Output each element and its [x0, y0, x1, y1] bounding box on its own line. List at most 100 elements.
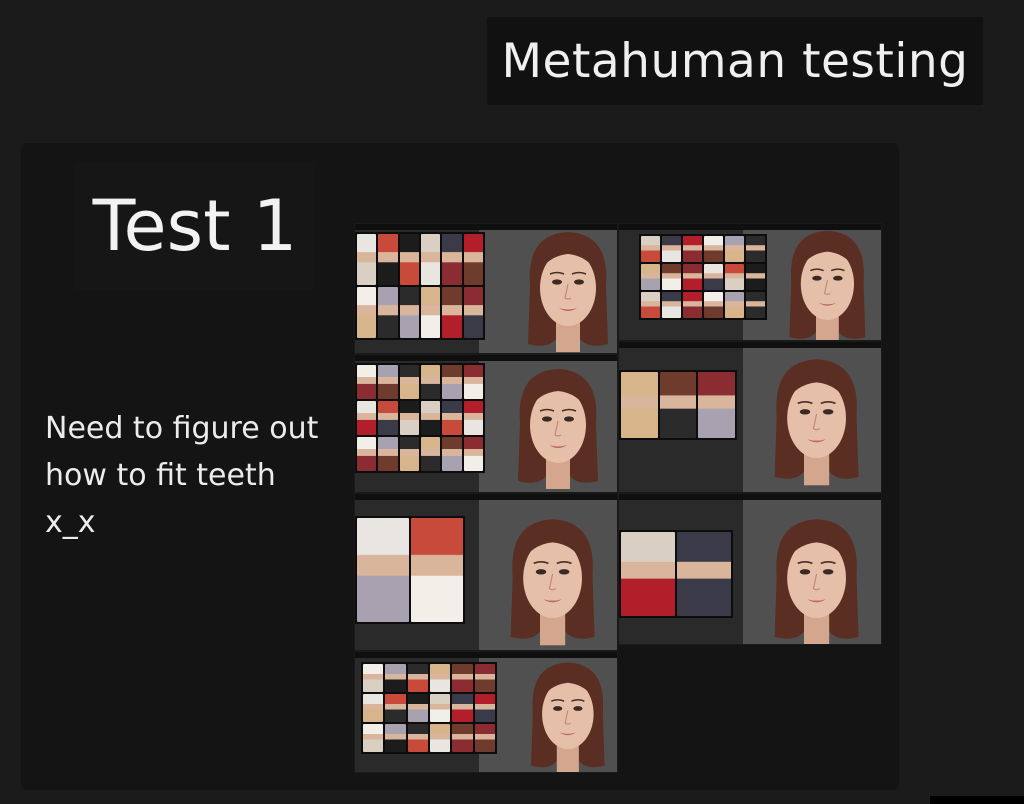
- reference-photo: [357, 437, 377, 471]
- test-heading: Test 1: [92, 185, 298, 267]
- reference-photo: [452, 664, 473, 692]
- reference-photo: [463, 437, 483, 471]
- reference-photo: [698, 372, 735, 438]
- reference-photo: [659, 372, 697, 438]
- reference-photo: [357, 234, 377, 285]
- reference-photo: [746, 236, 765, 262]
- reference-photo: [442, 365, 462, 399]
- reference-photo: [399, 234, 419, 285]
- reference-photo: [677, 532, 731, 616]
- reference-photo: [378, 401, 398, 435]
- reference-photo: [385, 664, 406, 692]
- reference-photo: [399, 365, 419, 399]
- reference-photo: [452, 724, 473, 752]
- note-line-3: x_x: [45, 505, 96, 540]
- reference-photo: [363, 724, 384, 752]
- reference-photo: [399, 287, 419, 338]
- reference-photo: [746, 264, 765, 290]
- reference-photo: [641, 236, 660, 262]
- reference-photo: [463, 234, 483, 285]
- reference-photo: [463, 401, 483, 435]
- reference-image-grid: [361, 662, 497, 754]
- screenshot-2-neutral: [618, 223, 882, 341]
- screenshot-7-kiss: [354, 651, 618, 773]
- reference-photo: [430, 694, 451, 722]
- metahuman-face-render: [531, 662, 605, 772]
- reference-photo: [463, 365, 483, 399]
- note-line-2: how to fit teeth: [45, 458, 276, 493]
- reference-photo: [474, 694, 495, 722]
- screenshot-5-neutral: [354, 493, 618, 651]
- reference-photo: [357, 365, 377, 399]
- reference-photo: [442, 437, 462, 471]
- reference-photo: [641, 292, 660, 318]
- reference-photo: [442, 401, 462, 435]
- reference-photo: [363, 664, 384, 692]
- reference-photo: [683, 292, 702, 318]
- reference-photo: [662, 264, 681, 290]
- reference-photo: [430, 664, 451, 692]
- reference-photo: [407, 694, 428, 722]
- reference-image-grid: [639, 234, 767, 320]
- reference-photo: [725, 292, 744, 318]
- metahuman-face-render: [518, 369, 598, 489]
- metahuman-face-render: [528, 232, 608, 352]
- reference-photo: [621, 532, 675, 616]
- reference-photo: [378, 365, 398, 399]
- toolbar-strip: [355, 494, 617, 500]
- screenshot-3-squint: [354, 354, 618, 493]
- reference-photo: [385, 694, 406, 722]
- reference-photo: [683, 264, 702, 290]
- reference-photo: [474, 724, 495, 752]
- reference-photo: [399, 401, 419, 435]
- reference-photo: [442, 234, 462, 285]
- reference-photo: [725, 264, 744, 290]
- reference-image-grid: [355, 363, 485, 473]
- reference-photo: [641, 264, 660, 290]
- reference-photo: [407, 724, 428, 752]
- reference-photo: [363, 694, 384, 722]
- reference-photo: [704, 292, 723, 318]
- metahuman-face-render: [774, 359, 859, 486]
- reference-photo: [385, 724, 406, 752]
- note-line-1: Need to figure out: [45, 411, 319, 446]
- note-text: Need to figure out how to fit teeth x_x: [45, 405, 355, 546]
- reference-photo: [421, 401, 441, 435]
- reference-photo: [399, 437, 419, 471]
- reference-photo: [683, 236, 702, 262]
- screenshot-6-smile: [618, 493, 882, 645]
- reference-photo: [662, 292, 681, 318]
- toolbar-strip: [619, 494, 881, 500]
- screenshot-1-smile: [354, 223, 618, 354]
- reference-photo: [411, 518, 463, 622]
- reference-image-grid: [355, 232, 485, 340]
- reference-photo: [421, 437, 441, 471]
- reference-photo: [421, 365, 441, 399]
- reference-photo: [378, 234, 398, 285]
- reference-photo: [421, 287, 441, 338]
- metahuman-face-render: [774, 519, 859, 644]
- reference-photo: [357, 401, 377, 435]
- toolbar-strip: [619, 342, 881, 348]
- reference-photo: [725, 236, 744, 262]
- reference-photo: [463, 287, 483, 338]
- reference-image-grid: [619, 530, 733, 618]
- title-box: Metahuman testing: [487, 17, 983, 105]
- reference-photo: [621, 372, 658, 438]
- reference-photo: [378, 437, 398, 471]
- reference-photo: [662, 236, 681, 262]
- reference-image-grid: [355, 516, 465, 624]
- metahuman-face-render: [510, 519, 595, 646]
- reference-photo: [407, 664, 428, 692]
- reference-image-grid: [619, 370, 737, 440]
- reference-photo: [452, 694, 473, 722]
- reference-photo: [704, 236, 723, 262]
- reference-photo: [357, 518, 409, 622]
- reference-photo: [474, 664, 495, 692]
- screenshot-4-smirk: [618, 341, 882, 493]
- page-title: Metahuman testing: [501, 33, 969, 89]
- reference-photo: [442, 287, 462, 338]
- reference-photo: [430, 724, 451, 752]
- reference-photo: [746, 292, 765, 318]
- toolbar-strip: [355, 355, 617, 361]
